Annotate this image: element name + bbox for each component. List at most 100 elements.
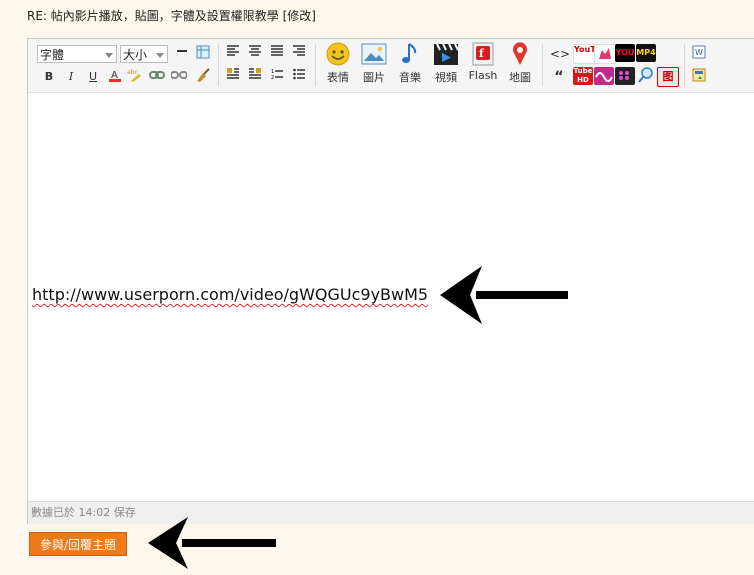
image-icon <box>360 41 388 67</box>
align-center-icon <box>249 45 261 56</box>
unlink-icon <box>170 71 188 79</box>
pointer-arrow-icon <box>148 517 276 569</box>
float-right-icon <box>249 68 261 79</box>
bullet-list-icon <box>293 68 305 80</box>
emoticon-label: 表情 <box>327 71 349 84</box>
unicorn-site-button[interactable] <box>594 44 616 64</box>
mp4-button[interactable]: MP4 <box>636 44 656 62</box>
window-icon <box>692 68 706 82</box>
horizontal-rule-button[interactable] <box>173 45 191 63</box>
table-button[interactable] <box>194 45 212 63</box>
youtube-icon: YouTube <box>574 45 595 54</box>
clapperboard-icon <box>432 41 460 67</box>
remove-link-button[interactable] <box>170 68 188 86</box>
ordered-list-button[interactable]: 12 <box>268 68 286 86</box>
rich-text-editor: 字體 大小 B I U A abc 1 2 表情 圖片 音樂 視頻 f Flas… <box>27 38 754 524</box>
quote-icon: “ <box>554 69 564 85</box>
video-button[interactable]: 視頻 <box>428 41 464 85</box>
align-justify-button[interactable] <box>268 45 286 63</box>
video-url-text: http://www.userporn.com/video/gWQGUc9yBw… <box>32 285 429 304</box>
float-left-icon <box>227 68 239 79</box>
highlighter-icon: abc <box>127 69 141 82</box>
bold-button[interactable]: B <box>40 68 58 86</box>
autosave-status: 數據已於 14:02 保存 <box>28 501 754 524</box>
paste-word-button[interactable]: W <box>690 45 708 63</box>
unordered-list-button[interactable] <box>290 68 308 86</box>
music-button[interactable]: 音樂 <box>392 41 428 85</box>
youtube-hd-icon: Tube HD <box>573 67 593 84</box>
italic-icon: I <box>68 70 74 83</box>
align-center-button[interactable] <box>246 45 264 63</box>
mp4-icon: MP4 <box>636 48 656 57</box>
underline-icon: U <box>88 70 98 83</box>
toolbar-divider <box>315 44 316 86</box>
music-note-icon <box>396 41 424 67</box>
dots-icon <box>619 71 629 80</box>
align-left-button[interactable] <box>224 45 242 63</box>
toolbar-divider <box>684 44 685 86</box>
font-family-select[interactable]: 字體 <box>37 45 117 63</box>
toolbar-divider <box>542 44 543 86</box>
you-icon: YOU <box>615 48 635 57</box>
search-site-button[interactable] <box>636 67 656 85</box>
align-left-icon <box>227 45 239 56</box>
map-button[interactable]: 地圖 <box>502 41 538 85</box>
pointer-arrow-icon <box>440 266 568 324</box>
link-icon <box>149 71 165 79</box>
float-left-button[interactable] <box>224 68 242 86</box>
youtube-hd-button[interactable]: Tube HD <box>573 67 593 85</box>
table-icon <box>196 45 210 59</box>
svg-text:W: W <box>695 48 703 57</box>
float-right-button[interactable] <box>246 68 264 86</box>
editor-content[interactable]: http://www.userporn.com/video/gWQGUc9yBw… <box>32 285 428 304</box>
music-label: 音樂 <box>399 71 421 84</box>
smiley-icon <box>324 41 352 67</box>
quote-button[interactable]: “ <box>550 68 568 86</box>
svg-text:abc: abc <box>127 69 138 76</box>
bold-icon: B <box>44 70 54 83</box>
you-site-button[interactable]: YOU <box>615 44 635 62</box>
align-right-icon <box>293 45 305 56</box>
more-options-button[interactable] <box>690 68 708 86</box>
word-doc-icon: W <box>692 45 706 59</box>
question-site-button[interactable]: 图 <box>657 67 679 87</box>
flash-button[interactable]: f Flash <box>465 41 501 82</box>
broom-icon <box>197 68 210 82</box>
background-color-button[interactable]: abc <box>126 68 144 86</box>
ordered-list-icon: 12 <box>271 69 283 81</box>
insert-link-button[interactable] <box>148 68 166 86</box>
code-icon: <> <box>550 47 571 61</box>
clear-format-button[interactable] <box>193 68 211 86</box>
wave-icon <box>595 72 613 82</box>
youtube-button[interactable]: YouTube <box>573 44 595 64</box>
reply-submit-button[interactable]: 參與/回覆主題 <box>29 532 127 556</box>
magnifier-icon <box>638 67 653 83</box>
svg-text:2: 2 <box>271 75 274 80</box>
editor-toolbar: 字體 大小 B I U A abc 1 2 表情 圖片 音樂 視頻 f Flas… <box>28 39 754 93</box>
font-size-select[interactable]: 大小 <box>120 45 168 63</box>
align-justify-icon <box>271 45 283 56</box>
page-title: RE: 帖內影片播放，貼圖，字體及設置權限教學 [修改] <box>27 9 316 23</box>
video-label: 視頻 <box>435 71 457 84</box>
font-size-select-value: 大小 <box>123 48 148 62</box>
map-label: 地圖 <box>509 71 531 84</box>
underline-button[interactable]: U <box>84 68 102 86</box>
code-button[interactable]: <> <box>550 45 571 63</box>
text-color-icon: A <box>109 70 121 82</box>
italic-button[interactable]: I <box>62 68 80 86</box>
emoticon-button[interactable]: 表情 <box>320 41 356 85</box>
flash-label: Flash <box>468 69 498 82</box>
flash-icon: f <box>469 41 497 67</box>
align-right-button[interactable] <box>290 45 308 63</box>
question-icon: 图 <box>662 70 674 83</box>
image-label: 圖片 <box>363 71 385 84</box>
map-pin-icon <box>506 41 534 67</box>
text-color-button[interactable]: A <box>106 68 124 86</box>
dots-site-button[interactable] <box>615 67 635 85</box>
pink-site-button[interactable] <box>594 67 614 85</box>
chevron-down-icon <box>156 53 164 58</box>
toolbar-divider <box>218 44 219 86</box>
font-family-select-value: 字體 <box>40 48 65 62</box>
unicorn-icon <box>599 48 611 59</box>
image-button[interactable]: 圖片 <box>356 41 392 85</box>
